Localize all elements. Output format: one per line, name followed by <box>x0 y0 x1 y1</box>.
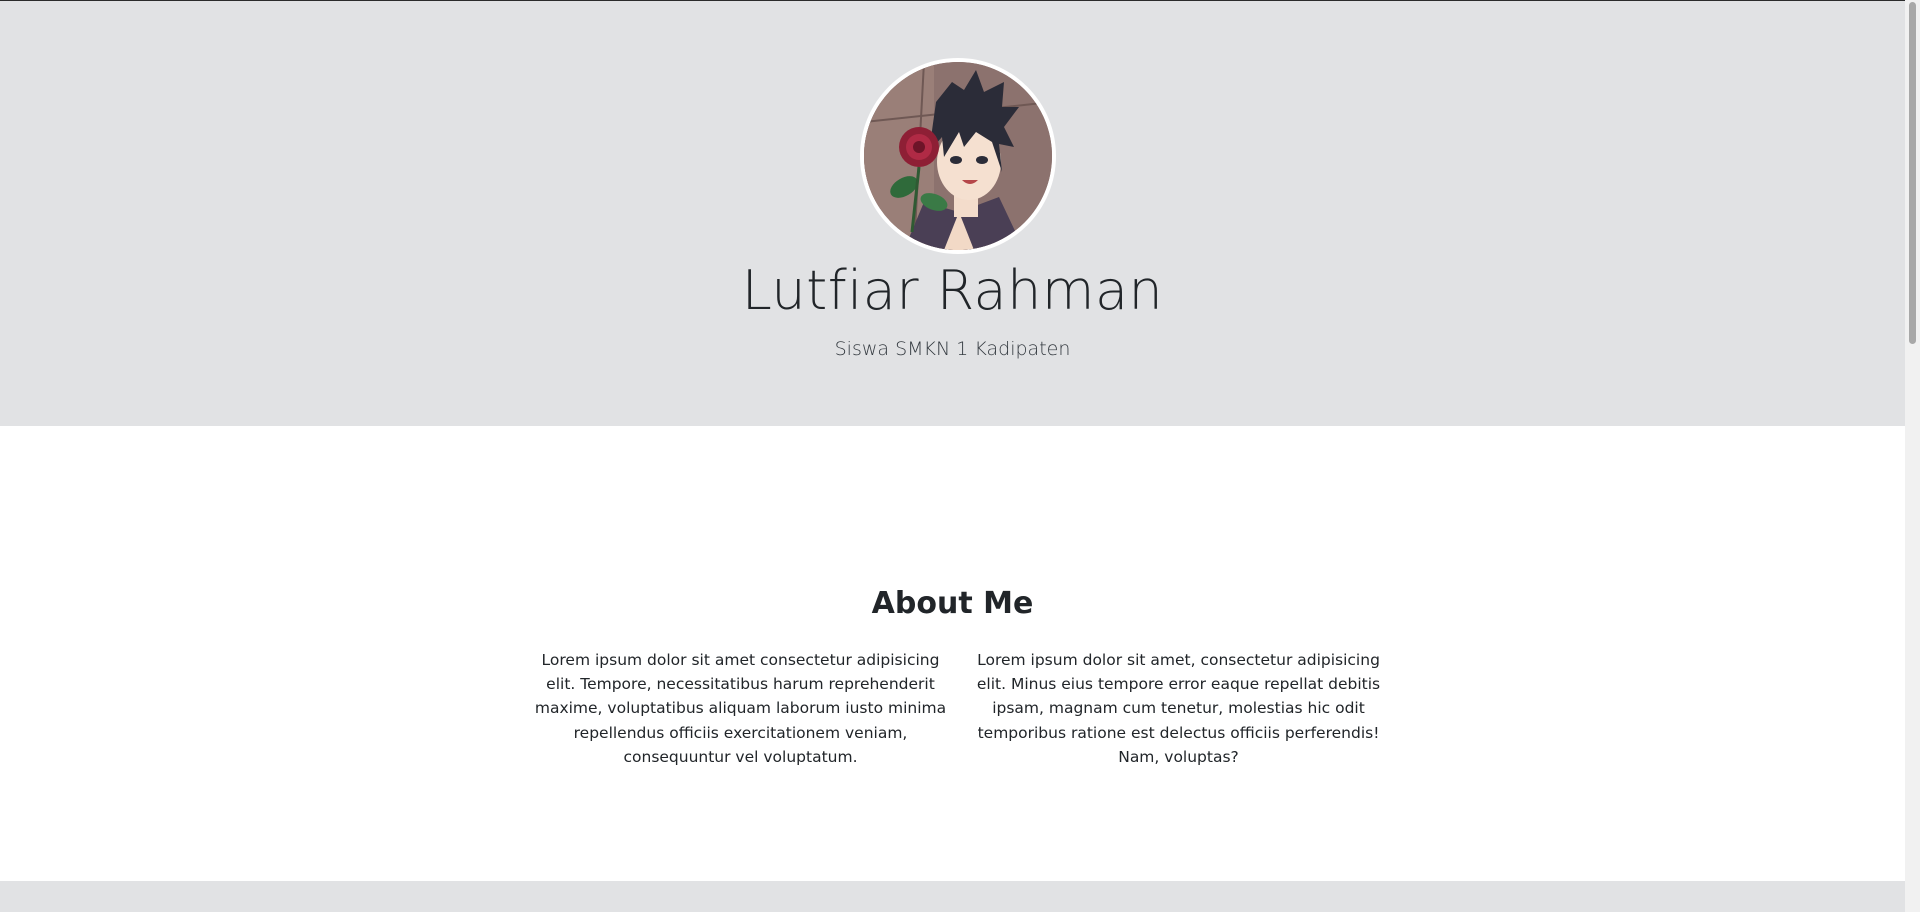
avatar-image <box>864 62 1052 250</box>
scrollbar-thumb[interactable] <box>1909 2 1916 344</box>
about-section: About Me Lorem ipsum dolor sit amet cons… <box>0 426 1905 881</box>
page: Lutfiar Rahman Siswa SMKN 1 Kadipaten Ab… <box>0 0 1905 912</box>
profile-name: Lutfiar Rahman <box>741 259 1164 322</box>
about-paragraph-right: Lorem ipsum dolor sit amet, consectetur … <box>976 651 1381 766</box>
about-paragraph-left: Lorem ipsum dolor sit amet consectetur a… <box>534 651 947 766</box>
hero-header: Lutfiar Rahman Siswa SMKN 1 Kadipaten <box>0 1 1905 426</box>
next-section-band <box>0 881 1905 912</box>
profile-avatar <box>860 58 1056 254</box>
about-title: About Me <box>871 586 1034 621</box>
anime-portrait-illustration <box>864 62 1052 250</box>
profile-tagline: Siswa SMKN 1 Kadipaten <box>834 338 1071 360</box>
vertical-scrollbar[interactable] <box>1905 0 1920 912</box>
